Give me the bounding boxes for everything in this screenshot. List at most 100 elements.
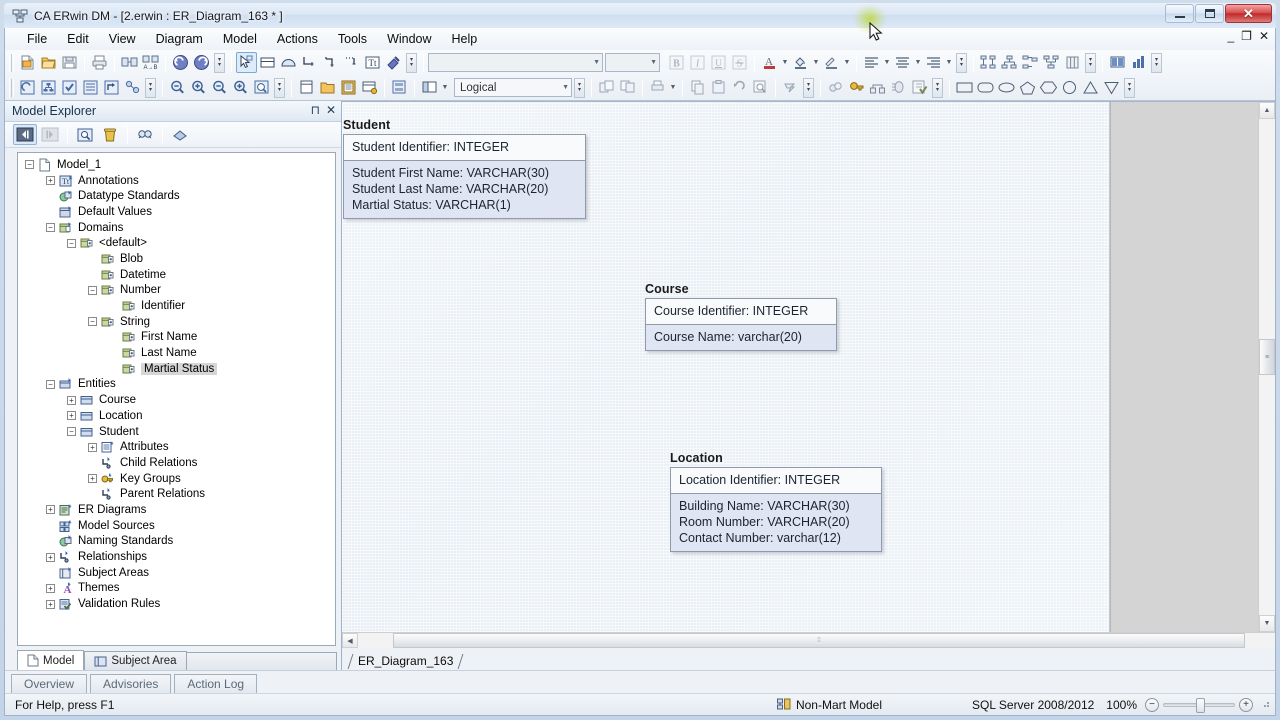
tree-item-datetime[interactable]: Datetime — [24, 267, 335, 283]
bold-button[interactable]: B — [666, 52, 687, 73]
expand-icon[interactable]: + — [45, 504, 56, 515]
menu-actions[interactable]: Actions — [267, 30, 328, 48]
tab-advisories[interactable]: Advisories — [90, 674, 172, 693]
tree-item-first-name[interactable]: First Name — [24, 330, 335, 346]
paste-icon[interactable] — [708, 77, 729, 98]
menu-window[interactable]: Window — [377, 30, 441, 48]
tree-item-default-values[interactable]: Default Values — [24, 204, 335, 220]
entity-tool-icon[interactable] — [257, 52, 278, 73]
report-designer-icon[interactable] — [1107, 52, 1128, 73]
tree-item-identifier[interactable]: Identifier — [24, 298, 335, 314]
fill-color-icon[interactable] — [790, 52, 811, 73]
tree-item-validation-rules[interactable]: + Validation Rules — [24, 596, 335, 612]
menu-diagram[interactable]: Diagram — [146, 30, 213, 48]
tree-item-relationships[interactable]: + Relationships — [24, 549, 335, 565]
zoom-selection-icon[interactable] — [230, 77, 251, 98]
zoom-slider-knob[interactable] — [1196, 697, 1205, 713]
toolbar-grip[interactable] — [9, 53, 14, 72]
tree-item-location[interactable]: + Location — [24, 408, 335, 424]
shape-rectangle-icon[interactable] — [954, 77, 975, 98]
align-center-icon[interactable] — [892, 52, 913, 73]
tree-item-naming-standards[interactable]: Naming Standards — [24, 534, 335, 550]
forward-navigation-icon[interactable] — [38, 124, 62, 145]
undo-icon[interactable] — [170, 52, 191, 73]
tree-item-attributes[interactable]: + Attributes — [24, 439, 335, 455]
hscroll-track[interactable]: ⦙⦙ — [358, 633, 1275, 648]
collapse-icon[interactable]: − — [24, 159, 35, 170]
mdi-minimize-button[interactable]: _ — [1227, 30, 1234, 42]
model-validation-icon[interactable] — [59, 77, 80, 98]
autolayout-1-icon[interactable] — [978, 52, 999, 73]
bulk-editor-icon[interactable] — [80, 77, 101, 98]
collapse-icon[interactable]: − — [45, 222, 56, 233]
font-color-icon[interactable]: A — [759, 52, 780, 73]
format-painter-icon[interactable] — [383, 52, 404, 73]
align-center-chevron-icon[interactable]: ▼ — [913, 52, 923, 73]
nonidentifying-relationship-icon[interactable] — [341, 52, 362, 73]
collapse-icon[interactable]: − — [87, 316, 98, 327]
go-to-model-icon[interactable] — [73, 124, 97, 145]
resize-grip[interactable] — [1259, 697, 1271, 712]
zoom-slider[interactable] — [1163, 697, 1235, 713]
entity-editor-icon[interactable] — [296, 77, 317, 98]
tree-item-last-name[interactable]: Last Name — [24, 345, 335, 361]
entity-box[interactable]: Location Identifier: INTEGER Building Nam… — [670, 467, 882, 552]
diagram-tab[interactable]: ER_Diagram_163 — [350, 652, 461, 670]
toolbar-grip[interactable] — [9, 78, 14, 97]
line-color-chevron-icon[interactable]: ▼ — [842, 52, 852, 73]
hscroll-thumb[interactable]: ⦙⦙ — [393, 633, 1245, 648]
align-right-icon[interactable] — [923, 52, 944, 73]
font-name-combo[interactable]: ▼ — [428, 53, 603, 72]
toolbar-overflow-8[interactable]: ▾ ▾ — [574, 77, 585, 98]
autolayout-4-icon[interactable] — [1041, 52, 1062, 73]
toolbar-overflow-9[interactable]: ▾ ▾ — [803, 77, 814, 98]
back-navigation-icon[interactable] — [13, 124, 37, 145]
explorer-tab-model[interactable]: Model — [17, 650, 85, 670]
refresh-model-icon[interactable] — [17, 77, 38, 98]
align-left-icon[interactable] — [861, 52, 882, 73]
tree-item-child-relations[interactable]: Child Relations — [24, 455, 335, 471]
autolayout-2-icon[interactable] — [999, 52, 1020, 73]
zoom-out-icon[interactable] — [167, 77, 188, 98]
sync-model-icon[interactable] — [122, 77, 143, 98]
model-merge-icon[interactable]: A→B — [140, 52, 161, 73]
toolbar-overflow-1[interactable]: ▾ ▾ — [214, 52, 225, 73]
menu-edit[interactable]: Edit — [57, 30, 99, 48]
model-level-chevron-icon[interactable]: ▼ — [440, 77, 450, 98]
menu-file[interactable]: File — [17, 30, 57, 48]
autolayout-3-icon[interactable] — [1020, 52, 1041, 73]
shape-rounded-rect-icon[interactable] — [975, 77, 996, 98]
menu-view[interactable]: View — [99, 30, 146, 48]
zoom-out-button[interactable]: − — [1145, 697, 1159, 712]
redo-icon[interactable] — [191, 52, 212, 73]
toolbar-overflow-5[interactable]: ▾ ▾ — [1151, 52, 1162, 73]
font-color-chevron-icon[interactable]: ▼ — [780, 52, 790, 73]
delete-icon[interactable] — [98, 124, 122, 145]
print-icon[interactable] — [89, 52, 110, 73]
shape-hexagon-icon[interactable] — [1038, 77, 1059, 98]
mdi-restore-button[interactable]: ❐ — [1241, 30, 1252, 42]
tree-item-er-diagrams[interactable]: + ER Diagrams — [24, 502, 335, 518]
scroll-down-arrow-icon[interactable]: ▼ — [1259, 615, 1275, 632]
expand-icon[interactable]: + — [45, 583, 56, 594]
tree-item-model-sources[interactable]: Model Sources — [24, 518, 335, 534]
shape-circle-icon[interactable] — [1059, 77, 1080, 98]
expand-icon[interactable]: + — [66, 410, 77, 421]
find-model-object-icon[interactable] — [133, 124, 157, 145]
shape-ellipse-icon[interactable] — [996, 77, 1017, 98]
domain-editor-icon[interactable] — [359, 77, 380, 98]
toolbar-overflow-3[interactable]: ▾ ▾ — [956, 52, 967, 73]
vscroll-thumb[interactable]: ≡ — [1259, 339, 1275, 375]
model-tree-container[interactable]: − Model_1 + Tt Annotations Datatype Standards… — [17, 152, 336, 646]
tree-item-martial-status[interactable]: Martial Status — [24, 361, 335, 377]
view-tool-icon[interactable] — [278, 52, 299, 73]
explorer-tab-subject-area[interactable]: Subject Area — [84, 651, 187, 670]
collapse-icon[interactable]: − — [66, 426, 77, 437]
underline-button[interactable]: U — [708, 52, 729, 73]
toolbar-overflow-6[interactable]: ▾ ▾ — [145, 77, 156, 98]
menu-tools[interactable]: Tools — [328, 30, 377, 48]
tree-item-string[interactable]: − String — [24, 314, 335, 330]
canvas-vertical-scrollbar[interactable]: ▲ ≡ ▼ — [1258, 102, 1275, 632]
tree-item-themes[interactable]: + A Themes — [24, 581, 335, 597]
italic-button[interactable]: I — [687, 52, 708, 73]
